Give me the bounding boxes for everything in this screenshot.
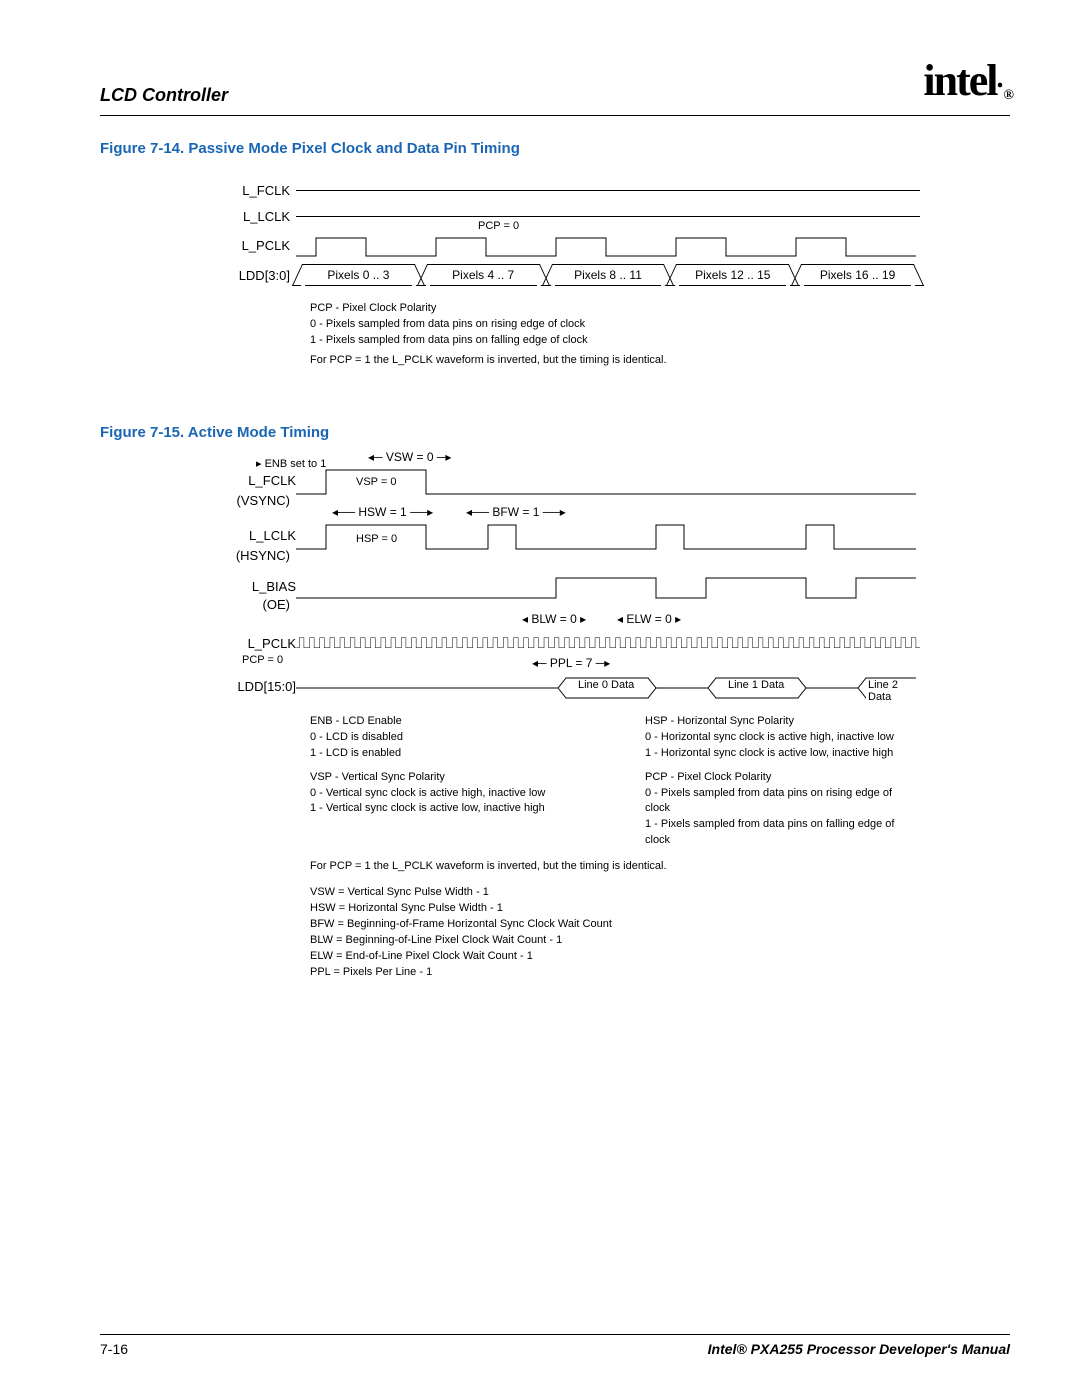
note-line: 0 - Vertical sync clock is active high, …: [310, 786, 585, 802]
hsync-sublabel: (HSYNC): [220, 548, 290, 563]
bfw-annot: ◂── BFW = 1 ──▸: [464, 505, 568, 519]
note-pcp: For PCP = 1 the L_PCLK waveform is inver…: [310, 859, 920, 875]
note-line: 0 - Pixels sampled from data pins on ris…: [645, 786, 920, 818]
figure1-title: Figure 7-14. Passive Mode Pixel Clock an…: [100, 140, 980, 157]
note-line: For PCP = 1 the L_PCLK waveform is inver…: [310, 353, 920, 369]
page-number: 7-16: [100, 1341, 128, 1357]
section-header: LCD Controller: [100, 85, 228, 106]
note-line: 1 - Pixels sampled from data pins on fal…: [310, 333, 920, 349]
manual-title: Intel® PXA255 Processor Developer's Manu…: [708, 1341, 1010, 1357]
note-line: 0 - LCD is disabled: [310, 730, 585, 746]
sig2-lclk-label: L_LCLK: [220, 528, 296, 543]
note-line: VSP - Vertical Sync Polarity: [310, 770, 585, 786]
note-line: ENB - LCD Enable: [310, 714, 585, 730]
pclk-waveform: [296, 234, 920, 260]
note-line: 0 - Horizontal sync clock is active high…: [645, 730, 920, 746]
def-line: PPL = Pixels Per Line - 1: [310, 965, 920, 981]
bus2-1: Line 1 Data: [726, 679, 786, 691]
page-footer: 7-16 Intel® PXA255 Processor Developer's…: [100, 1334, 1010, 1357]
figure2-diagram: ▸ ENB set to 1 L_FCLK ◂─ VSW = 0 ─▸ VSP …: [220, 461, 920, 981]
sig-fclk-label: L_FCLK: [220, 183, 290, 198]
vsp-annot: VSP = 0: [354, 476, 398, 488]
note-line: 0 - Pixels sampled from data pins on ris…: [310, 317, 920, 333]
note-line: HSP - Horizontal Sync Polarity: [645, 714, 920, 730]
ppl-annot: ◂─ PPL = 7 ─▸: [530, 656, 612, 670]
note-line: 1 - Pixels sampled from data pins on fal…: [645, 817, 920, 849]
figure2-notes: ENB - LCD Enable 0 - LCD is disabled 1 -…: [310, 714, 920, 981]
sig-lclk-label: L_LCLK: [220, 209, 290, 224]
bus2-2: Line 2 Data: [866, 679, 920, 703]
sig2-fclk-label: L_FCLK: [220, 473, 296, 488]
vsw-annot: ◂─ VSW = 0 ─▸: [366, 450, 453, 464]
hsw-annot: ◂── HSW = 1 ──▸: [330, 505, 435, 519]
note-line: PCP - Pixel Clock Polarity: [645, 770, 920, 786]
oe-sublabel: (OE): [220, 597, 290, 612]
note-line: 1 - Vertical sync clock is active low, i…: [310, 801, 585, 817]
vsync-sublabel: (VSYNC): [220, 493, 290, 508]
figure1-notes: PCP - Pixel Clock Polarity 0 - Pixels sa…: [310, 301, 920, 369]
elw-annot: ◂ ELW = 0 ▸: [615, 612, 683, 626]
logo-text: intel: [923, 56, 996, 105]
bus2-0: Line 0 Data: [576, 679, 636, 691]
figure2-title: Figure 7-15. Active Mode Timing: [100, 424, 980, 441]
sig-ldd-label: LDD[3:0]: [220, 268, 290, 283]
sig2-ldd-label: LDD[15:0]: [220, 679, 296, 694]
header-rule: [100, 115, 1010, 116]
sig2-bias-label: L_BIAS: [220, 579, 296, 594]
intel-logo: intel.®: [923, 55, 1010, 106]
sig2-pclk-label: L_PCLK: [220, 636, 296, 651]
figure1-diagram: L_FCLK L_LCLK L_PCLK PCP = 0 LDD[3:0] Pi…: [220, 177, 920, 369]
note-line: PCP - Pixel Clock Polarity: [310, 301, 920, 317]
blw-annot: ◂ BLW = 0 ▸: [520, 612, 588, 626]
pcp-annot2: PCP = 0: [240, 654, 285, 666]
def-line: BFW = Beginning-of-Frame Horizontal Sync…: [310, 917, 920, 933]
def-line: ELW = End-of-Line Pixel Clock Wait Count…: [310, 949, 920, 965]
def-line: VSW = Vertical Sync Pulse Width - 1: [310, 885, 920, 901]
def-line: HSW = Horizontal Sync Pulse Width - 1: [310, 901, 920, 917]
pcp-annot: PCP = 0: [476, 220, 521, 232]
note-line: 1 - LCD is enabled: [310, 746, 585, 762]
bias-wave: [296, 572, 920, 602]
hsp-annot: HSP = 0: [354, 533, 399, 545]
def-line: BLW = Beginning-of-Line Pixel Clock Wait…: [310, 933, 920, 949]
sig-pclk-label: L_PCLK: [220, 238, 290, 253]
logo-trademark: ®: [1004, 88, 1012, 103]
dense-pclk: ⎍⎍⎍⎍⎍⎍⎍⎍⎍⎍⎍⎍⎍⎍⎍⎍⎍⎍⎍⎍⎍⎍⎍⎍⎍⎍⎍⎍⎍⎍⎍⎍⎍⎍⎍⎍⎍⎍⎍⎍…: [296, 633, 920, 655]
note-line: 1 - Horizontal sync clock is active low,…: [645, 746, 920, 762]
